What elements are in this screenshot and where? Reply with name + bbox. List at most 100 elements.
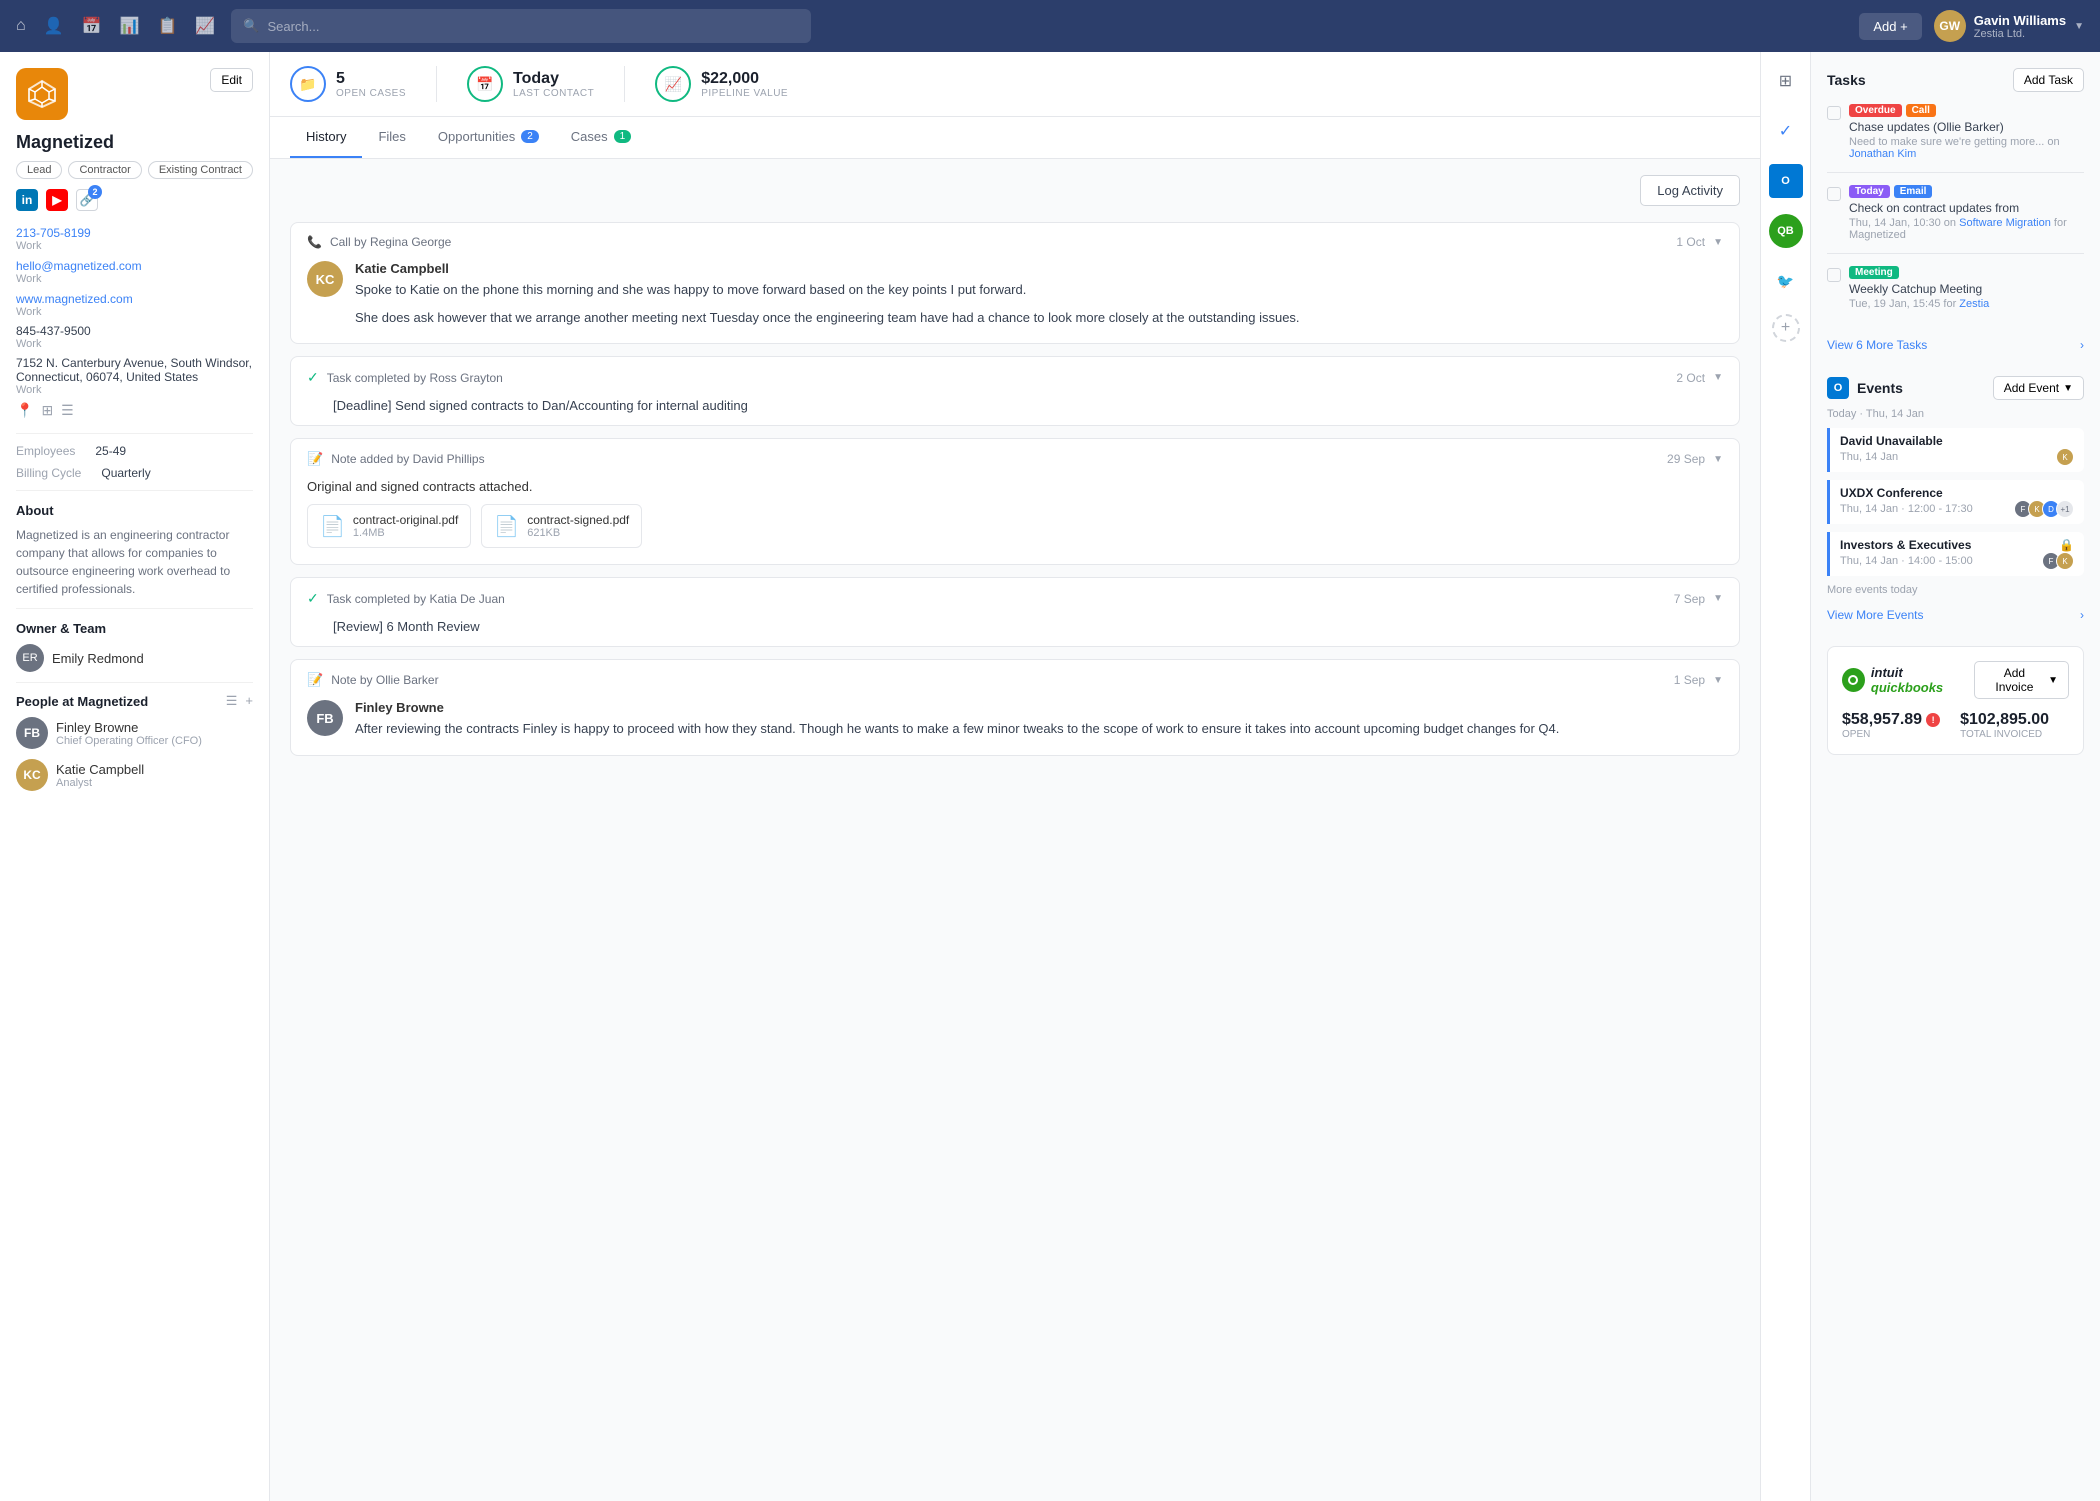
add-person-icon[interactable]: + — [245, 693, 253, 709]
search-input[interactable] — [267, 19, 799, 34]
activity-task1-header[interactable]: ✓ Task completed by Ross Grayton 2 Oct ▼ — [291, 357, 1739, 398]
file-signed[interactable]: 📄 contract-signed.pdf 621KB — [481, 504, 642, 548]
documents-icon[interactable]: 📋 — [157, 16, 177, 36]
log-activity-button[interactable]: Log Activity — [1640, 175, 1740, 206]
call-person-name: Katie Campbell — [355, 261, 1300, 276]
add-integration-icon[interactable]: + — [1772, 314, 1800, 342]
add-button[interactable]: Add + — [1859, 13, 1921, 40]
stat-divider-2 — [624, 66, 625, 102]
events-header: O Events Add Event ▼ — [1827, 376, 2084, 400]
qb-title: intuit quickbooks — [1871, 665, 1974, 695]
cases-badge: 1 — [614, 130, 632, 143]
add-invoice-button[interactable]: Add Invoice ▼ — [1974, 661, 2069, 699]
note1-text: Original and signed contracts attached. — [307, 479, 1723, 494]
activity-note-2: 📝 Note by Ollie Barker 1 Sep ▼ FB Finley… — [290, 659, 1740, 756]
call-body-2: She does ask however that we arrange ano… — [355, 308, 1300, 328]
log-btn-row: Log Activity — [290, 175, 1740, 206]
grid-icon[interactable]: ⊞ — [1769, 64, 1803, 98]
lock-icon: 🔒 — [2059, 538, 2074, 552]
task3-text: Weekly Catchup Meeting — [1849, 282, 2084, 296]
grid-view-icon[interactable]: ⊞ — [41, 402, 53, 419]
activity-note1-header[interactable]: 📝 Note added by David Phillips 29 Sep ▼ — [291, 439, 1739, 479]
tag-existing-contract[interactable]: Existing Contract — [148, 161, 253, 179]
file-original[interactable]: 📄 contract-original.pdf 1.4MB — [307, 504, 471, 548]
phone2-value: 845-437-9500 — [16, 324, 253, 338]
calendar-icon[interactable]: 📅 — [82, 16, 102, 36]
chevron-down-icon: ▼ — [1713, 593, 1723, 604]
tab-files[interactable]: Files — [362, 117, 421, 158]
chevron-down-icon: ▼ — [2048, 675, 2058, 686]
phone-link[interactable]: 213-705-8199 — [16, 226, 91, 240]
phone-primary: 213-705-8199 Work — [16, 225, 253, 252]
list-view-icon[interactable]: ☰ — [61, 402, 74, 419]
tag-lead[interactable]: Lead — [16, 161, 62, 179]
search-bar[interactable]: 🔍 — [231, 9, 811, 43]
qb-logo: intuit quickbooks — [1842, 665, 1974, 695]
add-task-button[interactable]: Add Task — [2013, 68, 2084, 92]
phone2-label: Work — [16, 338, 253, 350]
main-layout: Edit Magnetized Lead Contractor Existing… — [0, 52, 2100, 1501]
file-size-1: 1.4MB — [353, 527, 458, 539]
note2-header-text: Note by Ollie Barker — [331, 673, 438, 687]
linkedin-icon[interactable]: in — [16, 189, 38, 211]
task3-link[interactable]: Zestia — [1959, 298, 1989, 310]
chevron-right-icon: › — [2080, 338, 2084, 352]
email-link[interactable]: hello@magnetized.com — [16, 259, 142, 273]
analytics-icon[interactable]: 📊 — [120, 16, 140, 36]
website-link[interactable]: www.magnetized.com — [16, 292, 133, 306]
activity-task2-header[interactable]: ✓ Task completed by Katia De Juan 7 Sep … — [291, 578, 1739, 619]
tab-history[interactable]: History — [290, 117, 362, 158]
address-label: Work — [16, 384, 253, 396]
qb-total-amount: $102,895.00 — [1960, 711, 2049, 729]
task-checkbox-3[interactable] — [1827, 268, 1841, 282]
person-name-finley[interactable]: Finley Browne — [56, 720, 202, 735]
pdf-icon: 📄 — [320, 514, 345, 539]
view-more-events[interactable]: View More Events › — [1827, 604, 2084, 626]
map-icon[interactable]: 📍 — [16, 402, 33, 419]
address: 7152 N. Canterbury Avenue, South Windsor… — [16, 356, 253, 396]
task1-link[interactable]: Jonathan Kim — [1849, 148, 1916, 160]
checkmark-rail-icon[interactable]: ✓ — [1769, 114, 1803, 148]
event-avatar-more: +1 — [2056, 500, 2074, 518]
add-event-button[interactable]: Add Event ▼ — [1993, 376, 2084, 400]
home-icon[interactable]: ⌂ — [16, 17, 26, 35]
about-text: Magnetized is an engineering contractor … — [16, 526, 253, 598]
person-name-katie[interactable]: Katie Campbell — [56, 762, 144, 777]
badge-overdue: Overdue — [1849, 104, 1902, 117]
today-label: Today · Thu, 14 Jan — [1827, 408, 2084, 420]
event-investors: Investors & Executives 🔒 Thu, 14 Jan · 1… — [1827, 532, 2084, 576]
events-section: O Events Add Event ▼ Today · Thu, 14 Jan… — [1827, 376, 2084, 626]
view-more-tasks[interactable]: View 6 More Tasks › — [1827, 334, 2084, 356]
outlook-rail-icon[interactable]: O — [1769, 164, 1803, 198]
user-menu[interactable]: GW Gavin Williams Zestia Ltd. ▼ — [1934, 10, 2084, 42]
task2-link[interactable]: Software Migration — [1959, 217, 2051, 229]
tab-opportunities[interactable]: Opportunities 2 — [422, 117, 555, 158]
task-checkbox-2[interactable] — [1827, 187, 1841, 201]
activity-call-header[interactable]: 📞 Call by Regina George 1 Oct ▼ — [291, 223, 1739, 261]
stats-bar: 📁 5 OPEN CASES 📅 Today LAST CONTACT 📈 $2… — [270, 52, 1760, 117]
tasks-title: Tasks — [1827, 72, 1866, 88]
person-katie: KC Katie Campbell Analyst — [16, 759, 253, 791]
billing-value: Quarterly — [101, 466, 150, 480]
tabs-bar: History Files Opportunities 2 Cases 1 — [270, 117, 1760, 159]
note2-person-name: Finley Browne — [355, 700, 1559, 715]
meta-employees: Employees 25-49 — [16, 444, 253, 458]
twitter-rail-icon[interactable]: 🐦 — [1769, 264, 1803, 298]
event-avatar-3b: K — [2056, 552, 2074, 570]
youtube-icon[interactable]: ▶ — [46, 189, 68, 211]
chevron-down-icon: ▼ — [1713, 675, 1723, 686]
quickbooks-rail-icon[interactable]: QB — [1769, 214, 1803, 248]
activity-note2-header[interactable]: 📝 Note by Ollie Barker 1 Sep ▼ — [291, 660, 1739, 700]
edit-button[interactable]: Edit — [210, 68, 253, 92]
link-icon[interactable]: 🔗 2 — [76, 189, 98, 211]
contacts-icon[interactable]: 👤 — [44, 16, 64, 36]
tag-contractor[interactable]: Contractor — [68, 161, 141, 179]
tab-cases[interactable]: Cases 1 — [555, 117, 647, 158]
trends-icon[interactable]: 📈 — [195, 16, 215, 36]
contact-info: 213-705-8199 Work hello@magnetized.com W… — [16, 225, 253, 419]
task-checkbox-1[interactable] — [1827, 106, 1841, 120]
badge-call: Call — [1906, 104, 1936, 117]
checkmark-icon-2: ✓ — [307, 590, 319, 607]
chevron-down-icon: ▼ — [1713, 372, 1723, 383]
list-icon[interactable]: ☰ — [226, 693, 238, 709]
